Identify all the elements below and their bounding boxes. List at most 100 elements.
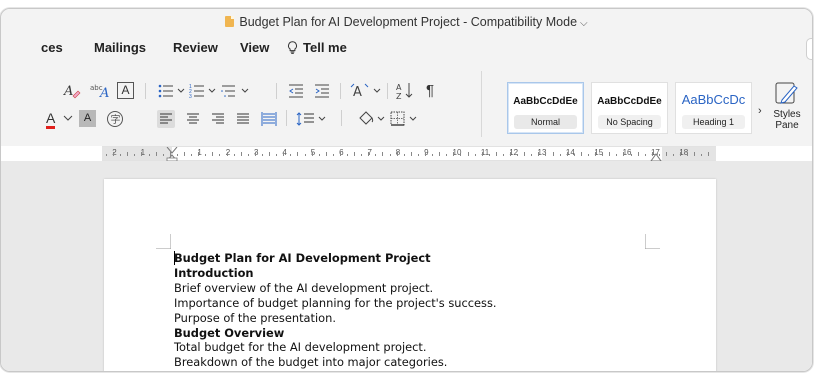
ruler-tick (361, 154, 363, 156)
ruler-tick (595, 152, 596, 156)
ruler-tick (205, 154, 207, 156)
ruler-tick (658, 154, 660, 156)
share-button[interactable] (806, 38, 812, 60)
ruler-tick (233, 154, 235, 156)
paragraph: Total budget for the AI development proj… (174, 340, 427, 355)
ruler-tick (389, 154, 391, 156)
margin-corner-left (156, 234, 171, 249)
style-normal[interactable]: AaBbCcDdEe Normal (507, 82, 584, 134)
tab-references[interactable]: ces (41, 40, 63, 55)
tab-mailings[interactable]: Mailings (94, 40, 146, 55)
style-heading-1[interactable]: AaBbCcDc Heading 1 (675, 82, 752, 134)
tab-view[interactable]: View (240, 40, 269, 55)
styles-pane-label-1: Styles (773, 109, 801, 120)
style-no-spacing[interactable]: AaBbCcDdEe No Spacing (591, 82, 668, 134)
shading-icon[interactable] (357, 109, 387, 129)
font-color-button[interactable]: A (46, 109, 56, 129)
ruler-tick (439, 152, 441, 156)
ruler-tick (623, 152, 625, 156)
ruler-tick (559, 154, 561, 156)
justify-icon[interactable] (234, 110, 252, 128)
tab-tell-me[interactable]: Tell me (287, 40, 347, 55)
chevron-down-icon[interactable]: ⌵ (580, 18, 588, 29)
multilevel-list-icon[interactable] (221, 83, 251, 99)
clear-formatting-icon[interactable]: A (63, 82, 81, 100)
ruler-tick (354, 152, 356, 156)
paragraph: Purpose of the presentation. (174, 310, 336, 325)
ruler-tick (212, 152, 214, 156)
svg-text:Z: Z (396, 92, 402, 101)
decrease-indent-icon[interactable] (288, 83, 304, 99)
horizontal-ruler[interactable]: 2 1 1 2 3 4 5 6 7 8 9 10 11 12 13 14 15 16 17 18 (102, 146, 716, 161)
align-left-icon[interactable] (157, 110, 175, 128)
ruler-tick (219, 154, 221, 156)
ruler-tick (687, 154, 689, 156)
title-bar: Budget Plan for AI Development Project -… (1, 9, 812, 37)
svg-text:3: 3 (189, 94, 192, 99)
ruler-tick (673, 154, 674, 156)
ruler-tick (587, 154, 589, 156)
separator (387, 83, 388, 99)
paragraph: Brief overview of the AI development pro… (174, 280, 434, 295)
character-border-button[interactable]: A (117, 82, 134, 99)
text-effects-icon[interactable]: abcA (89, 82, 113, 100)
ruler-tick (347, 154, 348, 156)
ruler-tick (680, 152, 682, 156)
ruler-tick (403, 154, 405, 156)
ruler-tick (339, 152, 341, 156)
ruler-tick (644, 154, 646, 156)
ruler-tick (573, 154, 575, 156)
svg-text:A: A (396, 83, 402, 92)
numbering-icon[interactable]: 123 (189, 83, 217, 99)
text-cursor (174, 251, 175, 265)
ruler-tick (325, 152, 327, 156)
paragraph: Importance of budget planning for the pr… (174, 295, 497, 310)
heading-introduction: Introduction (174, 265, 254, 280)
svg-text:字: 字 (111, 113, 121, 126)
ruler-tick (538, 152, 540, 156)
ruler-tick (269, 152, 270, 156)
document-page[interactable]: Budget Plan for AI Development Project I… (104, 179, 716, 371)
line-spacing-icon[interactable] (296, 110, 328, 128)
ruler-tick (283, 152, 285, 156)
paragraph: Breakdown of the budget into major categ… (174, 355, 448, 370)
styles-pane-button[interactable]: Styles Pane (767, 80, 807, 131)
ruler-tick (495, 152, 497, 156)
ruler-tick (580, 152, 582, 156)
style-name: Heading 1 (682, 115, 745, 129)
ruler-tick (134, 154, 136, 156)
show-formatting-marks-icon[interactable]: ¶ (426, 82, 434, 100)
chevron-right-icon[interactable]: › (758, 105, 762, 117)
ruler-tick (120, 154, 122, 156)
bullets-icon[interactable] (158, 83, 186, 99)
font-color-swatch (46, 126, 55, 129)
document-title: Budget Plan for AI Development Project (174, 251, 431, 265)
style-name: No Spacing (598, 115, 661, 129)
ruler-tick (184, 152, 185, 156)
ruler-tick (694, 152, 696, 156)
increase-indent-icon[interactable] (314, 83, 330, 99)
font-color-label: A (46, 110, 56, 126)
borders-icon[interactable] (390, 110, 428, 128)
align-right-icon[interactable] (209, 110, 227, 128)
character-spacing-icon[interactable]: A (350, 82, 382, 100)
ruler-tick (665, 152, 667, 156)
ruler-tick (155, 152, 157, 156)
ruler-tick (531, 154, 533, 156)
ruler-tick (474, 154, 476, 156)
sort-icon[interactable]: AZ (396, 81, 416, 101)
distributed-icon[interactable] (260, 110, 278, 128)
tab-review[interactable]: Review (173, 40, 218, 55)
ruler-tick (651, 152, 653, 156)
separator (286, 110, 287, 126)
chevron-down-icon[interactable] (63, 114, 73, 122)
style-sample: AaBbCcDdEe (513, 96, 578, 107)
document-body[interactable]: Budget Plan for AI Development Project I… (174, 251, 497, 370)
ruler-tick (502, 154, 504, 156)
character-shading-button[interactable]: A (79, 110, 96, 127)
align-center-icon[interactable] (184, 110, 202, 128)
heading-budget-overview: Budget Overview (174, 325, 285, 340)
styles-pane-icon (775, 82, 798, 104)
enclose-characters-icon[interactable]: 字 (105, 109, 125, 129)
ruler-tick (247, 154, 249, 156)
